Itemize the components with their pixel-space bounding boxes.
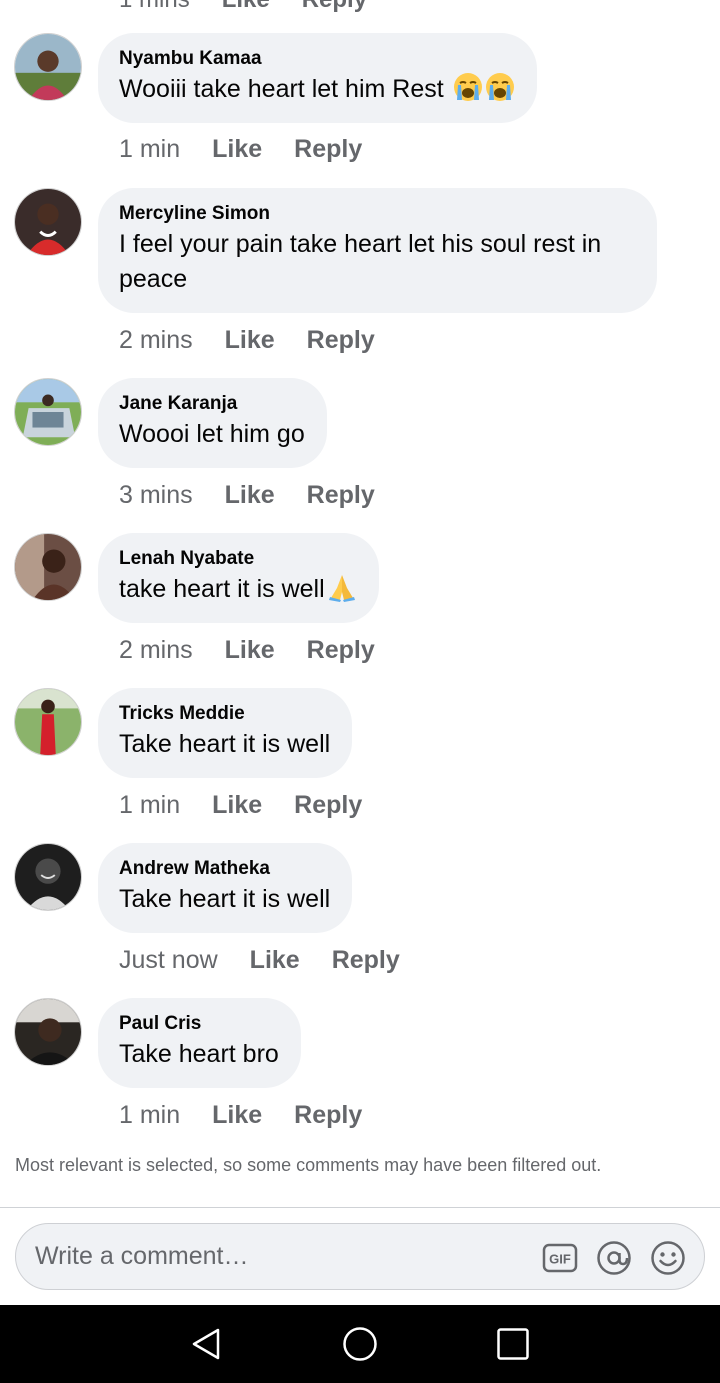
previous-comment-meta: 1 mins Like Reply — [119, 0, 367, 13]
comment-author[interactable]: Andrew Matheka — [119, 858, 330, 880]
comment-time[interactable]: Just now — [119, 946, 218, 975]
comment-bubble[interactable]: Nyambu Kamaa Wooiii take heart let him R… — [98, 33, 537, 123]
system-nav-bar — [0, 1305, 720, 1383]
comment-author[interactable]: Mercyline Simon — [119, 203, 635, 225]
like-button[interactable]: Like — [212, 135, 262, 164]
avatar[interactable] — [14, 998, 82, 1066]
back-icon[interactable] — [188, 1326, 224, 1362]
comment-meta: 2 mins Like Reply — [119, 325, 375, 355]
at-mention-icon[interactable] — [596, 1240, 632, 1276]
like-button[interactable]: Like — [222, 0, 270, 13]
comment-author[interactable]: Nyambu Kamaa — [119, 48, 515, 70]
reply-button[interactable]: Reply — [302, 0, 367, 13]
comment-author[interactable]: Tricks Meddie — [119, 703, 330, 725]
comment-bubble[interactable]: Tricks Meddie Take heart it is well — [98, 688, 353, 778]
reply-button[interactable]: Reply — [307, 481, 375, 510]
comment-time[interactable]: 2 mins — [119, 326, 193, 355]
comment-bubble[interactable]: Paul Cris Take heart bro — [98, 998, 301, 1088]
comment-author[interactable]: Jane Karanja — [119, 393, 305, 415]
like-button[interactable]: Like — [225, 636, 275, 665]
comment-bubble[interactable]: Andrew Matheka Take heart it is well — [98, 843, 353, 933]
comment-text: Woooi let him go — [119, 420, 305, 448]
comment-author[interactable]: Paul Cris — [119, 1013, 279, 1035]
comment-author[interactable]: Lenah Nyabate — [119, 548, 357, 570]
home-icon[interactable] — [342, 1326, 378, 1362]
like-button[interactable]: Like — [250, 946, 300, 975]
comment-text: I feel your pain take heart let his soul… — [119, 230, 602, 293]
crying-face-icon — [485, 73, 514, 101]
comment-bubble[interactable]: Lenah Nyabate take heart it is well — [98, 533, 379, 623]
reply-button[interactable]: Reply — [307, 326, 375, 355]
comment-text: Wooiii take heart let him Rest — [119, 72, 515, 107]
reply-button[interactable]: Reply — [294, 135, 362, 164]
avatar[interactable] — [14, 533, 82, 601]
comment-text: Take heart bro — [119, 1040, 279, 1068]
comment-bubble[interactable]: Jane Karanja Woooi let him go — [98, 378, 327, 468]
avatar[interactable] — [14, 688, 82, 756]
folded-hands-icon — [328, 575, 355, 602]
comment-bubble[interactable]: Mercyline Simon I feel your pain take he… — [98, 188, 657, 313]
like-button[interactable]: Like — [225, 481, 275, 510]
comment-meta: 1 min Like Reply — [119, 790, 362, 820]
reply-button[interactable]: Reply — [294, 1101, 362, 1130]
avatar[interactable] — [14, 33, 82, 101]
comment-text: take heart it is well — [119, 572, 357, 607]
like-button[interactable]: Like — [225, 326, 275, 355]
divider — [0, 1207, 720, 1208]
avatar[interactable] — [14, 843, 82, 911]
comment-text: Take heart it is well — [119, 730, 331, 758]
comment-meta: 1 min Like Reply — [119, 134, 362, 164]
recents-icon[interactable] — [495, 1326, 531, 1362]
crying-face-icon — [453, 73, 482, 101]
avatar[interactable] — [14, 378, 82, 446]
gif-icon[interactable]: GIF — [542, 1240, 578, 1276]
comment-input[interactable] — [35, 1242, 515, 1271]
comment-text: Take heart it is well — [119, 885, 331, 913]
like-button[interactable]: Like — [212, 1101, 262, 1130]
svg-text:GIF: GIF — [549, 1252, 571, 1267]
emoji-icon[interactable] — [650, 1240, 686, 1276]
filter-notice: Most relevant is selected, so some comme… — [15, 1155, 602, 1175]
reply-button[interactable]: Reply — [294, 791, 362, 820]
comment-composer[interactable]: GIF — [15, 1223, 705, 1290]
reply-button[interactable]: Reply — [307, 636, 375, 665]
comment-time[interactable]: 3 mins — [119, 481, 193, 510]
comment-meta: 3 mins Like Reply — [119, 480, 375, 510]
avatar[interactable] — [14, 188, 82, 256]
comment-meta: 2 mins Like Reply — [119, 635, 375, 665]
reply-button[interactable]: Reply — [332, 946, 400, 975]
comment-time[interactable]: 1 min — [119, 791, 180, 820]
comment-time[interactable]: 2 mins — [119, 636, 193, 665]
comment-meta: Just now Like Reply — [119, 945, 400, 975]
like-button[interactable]: Like — [212, 791, 262, 820]
comment-time: 1 mins — [119, 0, 190, 13]
comment-meta: 1 min Like Reply — [119, 1100, 362, 1130]
comment-time[interactable]: 1 min — [119, 1101, 180, 1130]
comment-time[interactable]: 1 min — [119, 135, 180, 164]
